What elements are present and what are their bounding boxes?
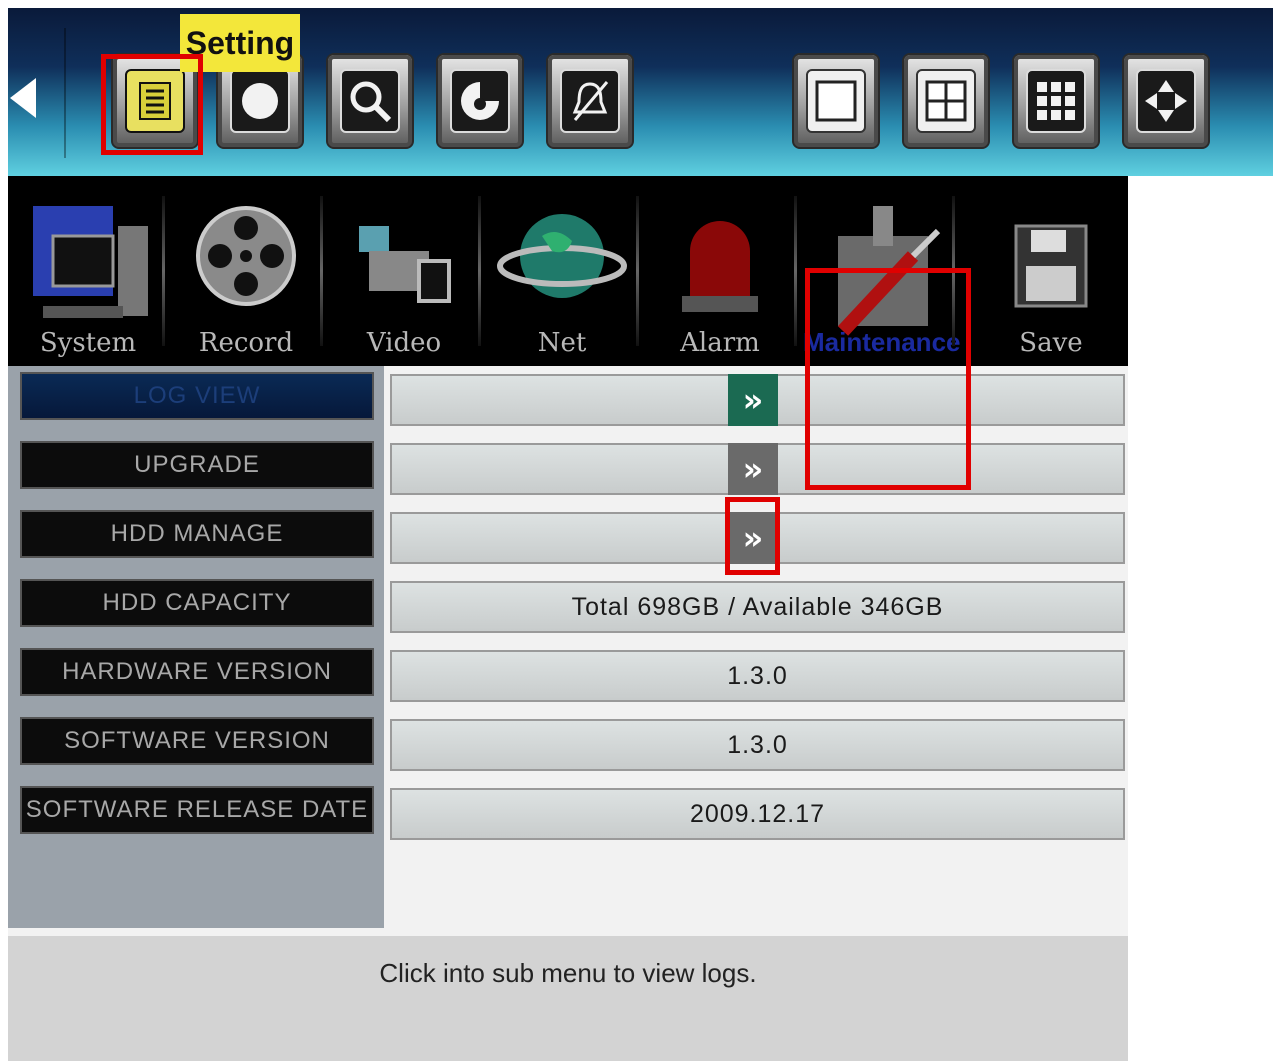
computer-icon bbox=[33, 206, 148, 318]
alarm-mute-icon bbox=[572, 81, 609, 121]
camera-icon bbox=[359, 226, 451, 303]
siren-icon bbox=[682, 221, 758, 312]
hdd-capacity-value: Total 698GB / Available 346GB bbox=[390, 581, 1125, 633]
log-view-label[interactable]: LOG VIEW bbox=[20, 372, 374, 420]
hdd-manage-enter-button[interactable]: » bbox=[728, 512, 778, 564]
upgrade-enter-button[interactable]: » bbox=[728, 443, 778, 495]
category-alarm[interactable]: Alarm bbox=[645, 186, 797, 364]
software-version-label: SOFTWARE VERSION bbox=[20, 717, 374, 765]
category-system[interactable]: System bbox=[13, 186, 165, 364]
software-release-date-label: SOFTWARE RELEASE DATE bbox=[20, 786, 374, 834]
upgrade-label[interactable]: UPGRADE bbox=[20, 441, 374, 489]
hint-bar: Click into sub menu to view logs. bbox=[8, 936, 1128, 1061]
ptz-icon bbox=[461, 82, 499, 120]
row-software-release-date: SOFTWARE RELEASE DATE 2009.12.17 bbox=[8, 780, 1128, 842]
floppy-icon bbox=[1014, 224, 1088, 308]
single-view-icon bbox=[815, 80, 857, 122]
software-release-date-value: 2009.12.17 bbox=[390, 788, 1125, 840]
nine-view-icon bbox=[1037, 82, 1075, 120]
globe-icon bbox=[497, 214, 627, 298]
search-button[interactable] bbox=[326, 53, 414, 149]
hardware-version-label: HARDWARE VERSION bbox=[20, 648, 374, 696]
quad-view-icon bbox=[925, 80, 967, 122]
log-view-enter-button[interactable]: » bbox=[728, 374, 778, 426]
hdd-capacity-label: HDD CAPACITY bbox=[20, 579, 374, 627]
row-log-view: LOG VIEW » bbox=[8, 366, 1128, 428]
category-maintenance[interactable]: Maintenance bbox=[803, 186, 961, 364]
ptz-direction-icon bbox=[1145, 80, 1187, 122]
category-record[interactable]: Record bbox=[171, 186, 323, 364]
software-version-value: 1.3.0 bbox=[390, 719, 1125, 771]
back-arrow-icon[interactable] bbox=[10, 78, 36, 118]
category-video[interactable]: Video bbox=[329, 186, 481, 364]
record-icon bbox=[242, 83, 278, 119]
setting-tooltip: Setting bbox=[180, 14, 300, 72]
row-hdd-capacity: HDD CAPACITY Total 698GB / Available 346… bbox=[8, 573, 1128, 635]
tools-icon bbox=[837, 206, 941, 336]
row-hardware-version: HARDWARE VERSION 1.3.0 bbox=[8, 642, 1128, 704]
maintenance-panel: LOG VIEW » UPGRADE » HDD MANAGE » HDD CA… bbox=[8, 366, 1128, 936]
ptz-direction-button[interactable] bbox=[1122, 53, 1210, 149]
hint-text: Click into sub menu to view logs. bbox=[379, 958, 757, 988]
ptz-button[interactable] bbox=[436, 53, 524, 149]
category-bar: System Record Video Net Alarm Maintenanc… bbox=[8, 176, 1128, 366]
quad-view-button[interactable] bbox=[902, 53, 990, 149]
row-software-version: SOFTWARE VERSION 1.3.0 bbox=[8, 711, 1128, 773]
category-save[interactable]: Save bbox=[976, 186, 1126, 364]
category-net[interactable]: Net bbox=[487, 186, 639, 364]
setting-icon bbox=[139, 82, 171, 120]
row-upgrade: UPGRADE » bbox=[8, 435, 1128, 497]
hardware-version-value: 1.3.0 bbox=[390, 650, 1125, 702]
film-reel-icon bbox=[196, 206, 296, 306]
single-view-button[interactable] bbox=[792, 53, 880, 149]
nine-view-button[interactable] bbox=[1012, 53, 1100, 149]
row-hdd-manage: HDD MANAGE » bbox=[8, 504, 1128, 566]
search-icon bbox=[350, 81, 392, 123]
alarm-mute-button[interactable] bbox=[546, 53, 634, 149]
hdd-manage-label[interactable]: HDD MANAGE bbox=[20, 510, 374, 558]
toolbar-divider bbox=[64, 28, 66, 158]
